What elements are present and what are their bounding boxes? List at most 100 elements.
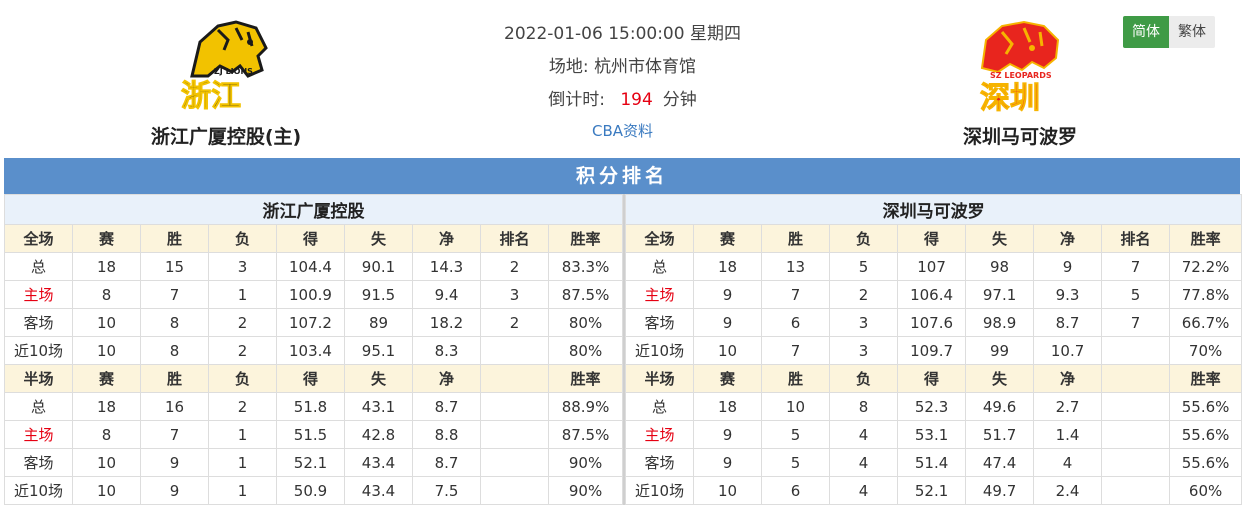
home-logo-text: 浙江: [181, 79, 241, 110]
table-cell: 9.4: [412, 280, 481, 309]
table-cell: 18.2: [412, 308, 481, 337]
table-cell: 98: [965, 252, 1035, 281]
table-cell: 8: [72, 420, 141, 449]
table-cell: 7: [140, 280, 209, 309]
table-cell: 1: [208, 476, 277, 505]
table-cell: 103.4: [276, 336, 345, 365]
column-header-row: 全场赛胜负得失净排名 胜率: [4, 224, 624, 253]
table-cell: 97.1: [965, 280, 1035, 309]
traditional-chinese-button[interactable]: 繁体: [1169, 16, 1215, 48]
column-header-row: 全场赛胜负得失净排名 胜率: [625, 224, 1243, 253]
table-cell: 3: [208, 252, 277, 281]
table-cell: 109.7: [897, 336, 967, 365]
table-row: 近10场 10 9 1 50.9 43.4 7.5 90%: [4, 476, 624, 505]
row-label: 总: [4, 392, 73, 421]
column-header: 赛: [72, 364, 141, 393]
column-header: 失: [344, 224, 413, 253]
table-cell: 4: [829, 448, 899, 477]
table-cell: 13: [761, 252, 831, 281]
table-cell: 10: [761, 392, 831, 421]
table-cell: 3: [829, 308, 899, 337]
language-toggle: 简体 繁体: [1123, 16, 1215, 48]
table-cell: 50.9: [276, 476, 345, 505]
row-label: 客场: [4, 448, 73, 477]
table-cell: [480, 420, 549, 449]
table-row: 总 18 16 2 51.8 43.1 8.7 88.9%: [4, 392, 624, 421]
cba-info-link[interactable]: CBA资料: [470, 117, 775, 145]
venue-label: 场地:: [548, 57, 589, 77]
table-cell: 99: [965, 336, 1035, 365]
table-cell: 66.7%: [1169, 308, 1243, 337]
table-cell: 9: [693, 280, 763, 309]
table-row: 总 18 10 8 52.3 49.6 2.7 55.6%: [625, 392, 1243, 421]
table-cell: 8.3: [412, 336, 481, 365]
table-cell: 7: [1101, 308, 1171, 337]
table-cell: 9.3: [1033, 280, 1103, 309]
table-row: 近10场 10 7 3 109.7 99 10.7 70%: [625, 336, 1243, 365]
table-cell: 10: [72, 308, 141, 337]
table-cell: 87.5%: [547, 280, 624, 309]
column-header: 排名: [1101, 224, 1171, 253]
table-cell: 55.6%: [1169, 448, 1243, 477]
home-team-logo[interactable]: ZJ LIONS 浙江: [178, 18, 270, 115]
column-header: 净: [412, 364, 481, 393]
table-cell: 8: [72, 280, 141, 309]
row-label: 总: [4, 252, 73, 281]
table-cell: 42.8: [344, 420, 413, 449]
column-header: 得: [276, 224, 345, 253]
table-row: 总 18 13 5 107 98 9 7 72.2%: [625, 252, 1243, 281]
table-cell: 2: [480, 308, 549, 337]
table-cell: 106.4: [897, 280, 967, 309]
table-cell: 2: [208, 308, 277, 337]
table-cell: 5: [829, 252, 899, 281]
home-team-name[interactable]: 浙江广厦控股(主): [124, 122, 328, 149]
table-row: 客场 10 9 1 52.1 43.4 8.7 90%: [4, 448, 624, 477]
table-cell: 89: [344, 308, 413, 337]
table-cell: 80%: [547, 308, 624, 337]
home-logo-sub: ZJ LIONS: [214, 67, 253, 76]
table-cell: 5: [761, 448, 831, 477]
row-label: 近10场: [625, 476, 695, 505]
column-header: 胜: [761, 364, 831, 393]
column-header: 负: [208, 364, 277, 393]
table-cell: 1: [208, 420, 277, 449]
table-row: 主场 9 7 2 106.4 97.1 9.3 5 77.8%: [625, 280, 1243, 309]
column-header-row: 半场赛胜负得失净 胜率: [625, 364, 1243, 393]
column-header: 净: [1033, 364, 1103, 393]
row-label: 近10场: [4, 336, 73, 365]
table-cell: 5: [761, 420, 831, 449]
column-header: 得: [897, 224, 967, 253]
column-header: 赛: [72, 224, 141, 253]
countdown-value: 194: [620, 90, 653, 110]
home-table-team-name: 浙江广厦控股: [3, 194, 624, 225]
table-cell: 18: [72, 392, 141, 421]
table-cell: 1: [208, 448, 277, 477]
match-venue: 场地: 杭州市体育馆: [470, 51, 775, 84]
away-team-logo[interactable]: SZ LEOPARDS 深圳: [972, 18, 1066, 117]
table-cell: [1101, 476, 1171, 505]
table-cell: 8.8: [412, 420, 481, 449]
table-cell: 47.4: [965, 448, 1035, 477]
table-cell: 18: [72, 252, 141, 281]
table-cell: 55.6%: [1169, 420, 1243, 449]
column-header: 得: [276, 364, 345, 393]
countdown-label: 倒计时:: [548, 90, 605, 110]
table-cell: 49.7: [965, 476, 1035, 505]
table-cell: 2: [480, 252, 549, 281]
table-cell: 88.9%: [547, 392, 624, 421]
table-cell: 52.3: [897, 392, 967, 421]
table-cell: [480, 476, 549, 505]
column-header: 胜率: [1169, 364, 1243, 393]
row-label: 总: [625, 252, 695, 281]
simplified-chinese-button[interactable]: 简体: [1123, 16, 1169, 48]
column-header: 得: [897, 364, 967, 393]
table-cell: 49.6: [965, 392, 1035, 421]
column-header: [480, 364, 549, 393]
row-label: 主场: [4, 280, 73, 309]
away-team-name[interactable]: 深圳马可波罗: [924, 122, 1116, 149]
table-row: 主场 8 7 1 100.9 91.5 9.4 3 87.5%: [4, 280, 624, 309]
countdown-unit: 分钟: [662, 90, 697, 110]
column-header: 半场: [4, 364, 73, 393]
column-header: 胜率: [1169, 224, 1243, 253]
table-cell: 9: [140, 448, 209, 477]
